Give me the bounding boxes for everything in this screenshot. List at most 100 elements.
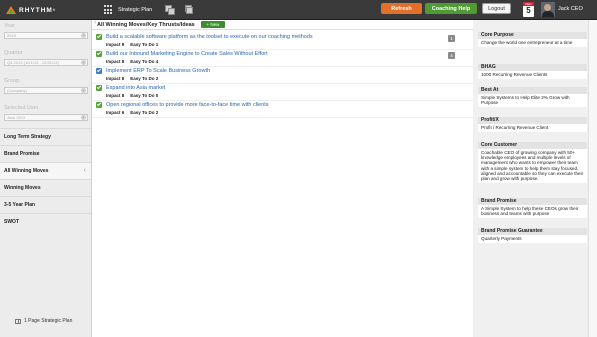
calendar-day: 5 — [526, 6, 531, 15]
refresh-button[interactable]: Refresh — [381, 3, 422, 14]
year-select[interactable]: 2013 ⌄ — [4, 32, 88, 39]
item-meta: Impact 8 Easy To Do 2 — [106, 76, 164, 81]
card-body: Quarterly Payments — [481, 236, 522, 241]
pages-button[interactable] — [184, 3, 194, 17]
card-body: Profit / Recurring Revenue Client — [481, 125, 549, 130]
card-header: Profit/X — [478, 117, 587, 124]
year-label: Year — [4, 23, 16, 29]
top-bar: RHYTHM ® Strategic Plan Refresh Coaching … — [0, 0, 597, 20]
impact-value: Impact 8 — [106, 76, 125, 81]
card-body: 1000 Recurring Revenue Clients — [481, 72, 548, 77]
comment-count-badge[interactable]: 1 — [448, 35, 455, 42]
book-icon — [15, 318, 21, 324]
item-title[interactable]: Build a scalable software platform as th… — [106, 34, 313, 40]
check-icon[interactable] — [96, 85, 102, 91]
selected-user-value: Jack CEO — [7, 115, 26, 120]
item-title[interactable]: Expand into Asia market — [106, 85, 165, 91]
list-item[interactable]: Build our Inbound Marketing Engine to Cr… — [92, 50, 473, 67]
documents-button[interactable] — [165, 3, 175, 17]
brand-promise-guarantee-card: Brand Promise Guarantee Quarterly Paymen… — [478, 228, 587, 244]
rhythm-logo[interactable]: RHYTHM ® — [6, 4, 56, 16]
ease-value: Easy To Do 4 — [130, 59, 159, 64]
impact-value: Impact 6 — [106, 110, 125, 115]
chevron-down-icon: ⌄ — [81, 88, 86, 93]
logout-button[interactable]: Logout — [482, 3, 511, 14]
list-item[interactable]: Expand into Asia market Impact 8 Easy To … — [92, 84, 473, 101]
calendar-icon[interactable]: DEC 5 — [523, 2, 534, 17]
collapse-sidebar-icon[interactable]: ‹ — [94, 19, 96, 26]
sidebar-item-swot[interactable]: SWOT — [0, 213, 91, 230]
coaching-help-button[interactable]: Coaching Help — [425, 3, 477, 14]
check-icon[interactable] — [96, 51, 102, 57]
ease-value: Easy To Do 2 — [130, 110, 159, 115]
comment-count-badge[interactable]: 4 — [448, 52, 455, 59]
profit-x-card: Profit/X Profit / Recurring Revenue Clie… — [478, 117, 587, 133]
documents-icon — [165, 5, 175, 15]
card-body: A Simple System to help these CEOs grow … — [481, 206, 579, 217]
sidebar-item-brand-promise[interactable]: Brand Promise — [0, 145, 91, 162]
user-name[interactable]: Jack CEO — [558, 6, 583, 12]
chevron-down-icon: ⌄ — [81, 33, 86, 38]
brand-promise-card: Brand Promise A Simple System to help th… — [478, 198, 587, 219]
impact-value: Impact 8 — [106, 59, 125, 64]
main-header: ‹ All Winning Moves/Key Thrusts/Ideas + … — [92, 19, 473, 30]
sidebar-item-label: All Winning Moves — [4, 168, 49, 174]
check-icon[interactable] — [96, 102, 102, 108]
card-header: Best At — [478, 87, 587, 94]
item-meta: Impact 8 Easy To Do 4 — [106, 59, 164, 64]
ease-value: Easy To Do 0 — [130, 93, 159, 98]
page-title: All Winning Moves/Key Thrusts/Ideas — [97, 22, 195, 28]
list-item[interactable]: Open regional offices to provide more fa… — [92, 101, 473, 118]
quarter-value: Q4-2013 (10/1/13 - 12/31/13) — [7, 60, 59, 65]
one-page-strategic-plan-label: 1 Page Strategic Plan — [24, 318, 73, 324]
strategic-plan-button[interactable]: Strategic Plan — [104, 3, 152, 17]
sidebar-item-all-winning-moves[interactable]: All Winning Moves ‹ — [0, 162, 91, 179]
year-value: 2013 — [7, 33, 16, 38]
check-icon[interactable] — [96, 68, 102, 74]
ease-value: Easy To Do 1 — [130, 42, 159, 47]
check-icon[interactable] — [96, 34, 102, 40]
logo-mark: ® — [52, 8, 57, 12]
card-body: Coachable CEO of growing company with 50… — [481, 150, 584, 182]
item-title[interactable]: Build our Inbound Marketing Engine to Cr… — [106, 51, 268, 57]
item-meta: Impact 9 Easy To Do 1 — [106, 42, 164, 47]
new-button[interactable]: + New — [201, 21, 225, 28]
group-select[interactable]: (Company) ⌄ — [4, 87, 88, 94]
sidebar-item-winning-moves[interactable]: Winning Moves — [0, 179, 91, 196]
list-item[interactable]: Implement ERP To Scale Business Growth I… — [92, 67, 473, 84]
pages-icon — [184, 5, 194, 15]
quarter-select[interactable]: Q4-2013 (10/1/13 - 12/31/13) ⌄ — [4, 59, 88, 66]
list-item[interactable]: Build a scalable software platform as th… — [92, 33, 473, 50]
item-title[interactable]: Open regional offices to provide more fa… — [106, 102, 269, 108]
avatar[interactable] — [541, 2, 555, 17]
chevron-down-icon: ⌄ — [81, 115, 86, 120]
one-page-strategic-plan-link[interactable]: 1 Page Strategic Plan — [15, 318, 72, 324]
logo-text: RHYTHM — [19, 6, 53, 14]
ease-value: Easy To Do 2 — [130, 76, 159, 81]
sidebar-item-long-term-strategy[interactable]: Long Term Strategy — [0, 128, 91, 145]
card-header: Brand Promise — [478, 198, 587, 205]
chevron-left-icon: ‹ — [83, 167, 86, 174]
item-title[interactable]: Implement ERP To Scale Business Growth — [106, 68, 210, 74]
item-meta: Impact 8 Easy To Do 0 — [106, 93, 164, 98]
card-body: Simple Systems to Help Elite 2% Grow wit… — [481, 95, 570, 106]
impact-value: Impact 9 — [106, 42, 125, 47]
strategic-plan-label: Strategic Plan — [118, 7, 153, 13]
impact-value: Impact 8 — [106, 93, 125, 98]
rhythm-logo-icon — [6, 6, 16, 14]
strategy-summary-panel: Core Purpose Change the world one entrep… — [473, 20, 597, 337]
group-value: (Company) — [7, 88, 27, 93]
group-label: Group — [4, 78, 20, 84]
card-header: BHAG — [478, 64, 587, 71]
core-purpose-card: Core Purpose Change the world one entrep… — [478, 32, 587, 48]
scrollbar[interactable] — [588, 20, 597, 337]
selected-user-select[interactable]: Jack CEO ⌄ — [4, 114, 88, 121]
card-body: Change the world one entrepreneur at a t… — [481, 40, 573, 45]
sidebar-item-3-5-year-plan[interactable]: 3-5 Year Plan — [0, 196, 91, 213]
core-customer-card: Core Customer Coachable CEO of growing c… — [478, 142, 587, 184]
card-header: Brand Promise Guarantee — [478, 228, 587, 235]
grid-icon — [104, 5, 114, 15]
card-header: Core Customer — [478, 142, 587, 149]
card-header: Core Purpose — [478, 32, 587, 39]
sidebar: Year 2013 ⌄ Quarter Q4-2013 (10/1/13 - 12… — [0, 20, 92, 337]
